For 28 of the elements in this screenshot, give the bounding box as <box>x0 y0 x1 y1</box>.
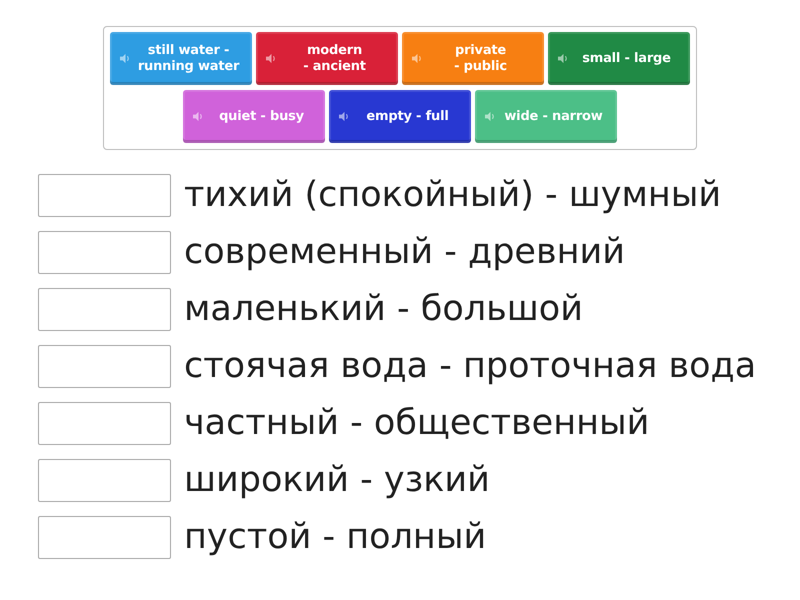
answer-box[interactable] <box>38 459 171 502</box>
answer-box[interactable] <box>38 516 171 559</box>
answer-box[interactable] <box>38 288 171 331</box>
answer-text: маленький - большой <box>184 288 583 331</box>
answer-text: современный - древний <box>184 231 625 274</box>
answer-box[interactable] <box>38 402 171 445</box>
answer-text: частный - общественный <box>184 402 650 445</box>
word-tile[interactable]: empty - full <box>329 90 471 143</box>
speaker-icon[interactable] <box>412 53 423 64</box>
word-tile[interactable]: quiet - busy <box>183 90 325 143</box>
speaker-icon[interactable] <box>266 53 277 64</box>
word-tile[interactable]: small - large <box>548 32 690 85</box>
answer-text: пустой - полный <box>184 516 486 559</box>
answer-box[interactable] <box>38 231 171 274</box>
speaker-icon[interactable] <box>558 53 569 64</box>
speaker-icon[interactable] <box>339 111 350 122</box>
answer-text: стоячая вода - проточная вода <box>184 345 756 388</box>
answer-text: тихий (спокойный) - шумный <box>184 174 722 217</box>
speaker-icon[interactable] <box>485 111 496 122</box>
answer-box[interactable] <box>38 174 171 217</box>
speaker-icon[interactable] <box>193 111 204 122</box>
word-tile[interactable]: private - public <box>402 32 544 85</box>
word-tile[interactable]: wide - narrow <box>475 90 617 143</box>
answer-text: широкий - узкий <box>184 459 490 502</box>
speaker-icon[interactable] <box>120 53 131 64</box>
word-tile[interactable]: modern - ancient <box>256 32 398 85</box>
answer-box[interactable] <box>38 345 171 388</box>
word-tile[interactable]: still water - running water <box>110 32 252 85</box>
